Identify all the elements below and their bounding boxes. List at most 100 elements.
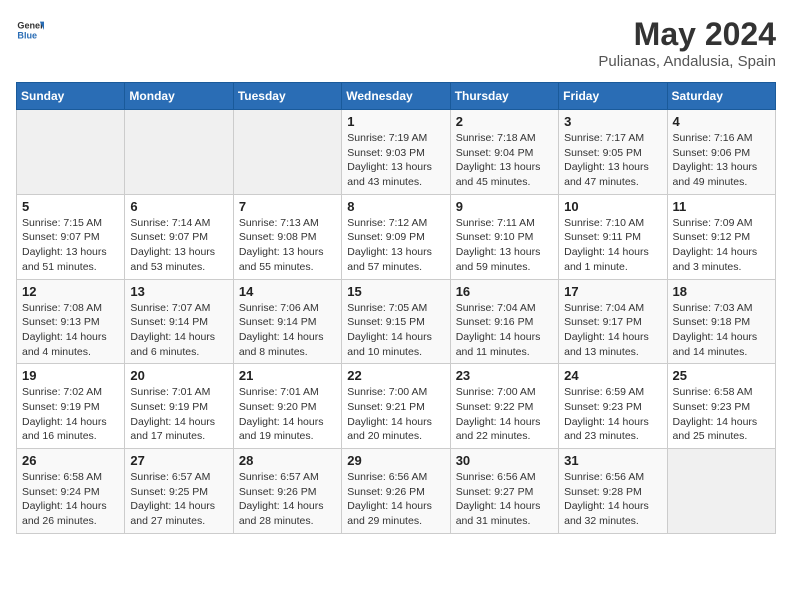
calendar-day-cell: 14Sunrise: 7:06 AM Sunset: 9:14 PM Dayli…	[233, 279, 341, 364]
calendar-day-cell: 25 Sunrise: 6:58 AM Sunset: 9:23 PM Dayli…	[667, 364, 775, 449]
svg-text:Blue: Blue	[17, 30, 37, 40]
day-number: 9	[456, 199, 553, 214]
day-of-week-header: Thursday	[450, 83, 558, 110]
day-number: 12	[22, 284, 119, 299]
day-number: 6	[130, 199, 227, 214]
day-number: 15	[347, 284, 444, 299]
day-number: 29	[347, 453, 444, 468]
calendar-day-cell: 19 Sunrise: 7:02 AM Sunset: 9:19 PM Dayli…	[17, 364, 125, 449]
day-info: Sunrise: 7:02 AM Sunset: 9:19 PM Dayligh…	[22, 385, 119, 444]
day-of-week-header: Sunday	[17, 83, 125, 110]
day-number: 11	[673, 199, 770, 214]
calendar-day-cell: 30 Sunrise: 6:56 AM Sunset: 9:27 PM Dayli…	[450, 449, 558, 534]
calendar-day-cell: 22 Sunrise: 7:00 AM Sunset: 9:21 PM Dayli…	[342, 364, 450, 449]
day-number: 8	[347, 199, 444, 214]
day-of-week-header: Friday	[559, 83, 667, 110]
day-number: 21	[239, 368, 336, 383]
calendar-day-cell: 11 Sunrise: 7:09 AM Sunset: 9:12 PM Dayli…	[667, 194, 775, 279]
day-of-week-header: Monday	[125, 83, 233, 110]
day-number: 31	[564, 453, 661, 468]
calendar-day-cell: 7 Sunrise: 7:13 AM Sunset: 9:08 PM Daylig…	[233, 194, 341, 279]
calendar-day-cell	[667, 449, 775, 534]
day-of-week-header: Wednesday	[342, 83, 450, 110]
calendar-week-row: 5 Sunrise: 7:15 AM Sunset: 9:07 PM Daylig…	[17, 194, 776, 279]
calendar-day-cell: 27 Sunrise: 6:57 AM Sunset: 9:25 PM Dayli…	[125, 449, 233, 534]
svg-text:General: General	[17, 21, 44, 31]
day-info: Sunrise: 7:12 AM Sunset: 9:09 PM Dayligh…	[347, 216, 444, 275]
day-info: Sunrise: 7:04 AM Sunset: 9:16 PM Dayligh…	[456, 301, 553, 360]
day-info: Sunrise: 7:00 AM Sunset: 9:22 PM Dayligh…	[456, 385, 553, 444]
day-number: 10	[564, 199, 661, 214]
day-info: Sunrise: 7:05 AM Sunset: 9:15 PM Dayligh…	[347, 301, 444, 360]
calendar-day-cell: 17Sunrise: 7:04 AM Sunset: 9:17 PM Dayli…	[559, 279, 667, 364]
day-number: 27	[130, 453, 227, 468]
day-number: 25	[673, 368, 770, 383]
day-number: 28	[239, 453, 336, 468]
day-number: 17	[564, 284, 661, 299]
logo: General Blue	[16, 16, 44, 44]
day-info: Sunrise: 7:18 AM Sunset: 9:04 PM Dayligh…	[456, 131, 553, 190]
day-number: 1	[347, 114, 444, 129]
day-info: Sunrise: 6:56 AM Sunset: 9:28 PM Dayligh…	[564, 470, 661, 529]
day-number: 30	[456, 453, 553, 468]
day-info: Sunrise: 6:57 AM Sunset: 9:26 PM Dayligh…	[239, 470, 336, 529]
calendar-day-cell	[233, 110, 341, 195]
day-number: 7	[239, 199, 336, 214]
calendar-day-cell: 10 Sunrise: 7:10 AM Sunset: 9:11 PM Dayli…	[559, 194, 667, 279]
calendar-day-cell: 9 Sunrise: 7:11 AM Sunset: 9:10 PM Daylig…	[450, 194, 558, 279]
calendar-day-cell: 8 Sunrise: 7:12 AM Sunset: 9:09 PM Daylig…	[342, 194, 450, 279]
calendar-day-cell: 5 Sunrise: 7:15 AM Sunset: 9:07 PM Daylig…	[17, 194, 125, 279]
day-number: 2	[456, 114, 553, 129]
day-info: Sunrise: 7:07 AM Sunset: 9:14 PM Dayligh…	[130, 301, 227, 360]
calendar-day-cell: 23 Sunrise: 7:00 AM Sunset: 9:22 PM Dayli…	[450, 364, 558, 449]
calendar-day-cell: 2 Sunrise: 7:18 AM Sunset: 9:04 PM Daylig…	[450, 110, 558, 195]
calendar-day-cell: 26 Sunrise: 6:58 AM Sunset: 9:24 PM Dayli…	[17, 449, 125, 534]
calendar-week-row: 19 Sunrise: 7:02 AM Sunset: 9:19 PM Dayli…	[17, 364, 776, 449]
day-info: Sunrise: 7:00 AM Sunset: 9:21 PM Dayligh…	[347, 385, 444, 444]
calendar-day-cell: 15 Sunrise: 7:05 AM Sunset: 9:15 PM Dayli…	[342, 279, 450, 364]
calendar-day-cell: 1 Sunrise: 7:19 AM Sunset: 9:03 PM Daylig…	[342, 110, 450, 195]
day-info: Sunrise: 6:58 AM Sunset: 9:24 PM Dayligh…	[22, 470, 119, 529]
day-number: 24	[564, 368, 661, 383]
month-year: May 2024	[598, 16, 776, 53]
location: Pulianas, Andalusia, Spain	[598, 53, 776, 70]
day-of-week-header: Saturday	[667, 83, 775, 110]
day-info: Sunrise: 6:58 AM Sunset: 9:23 PM Dayligh…	[673, 385, 770, 444]
day-number: 16	[456, 284, 553, 299]
day-number: 18	[673, 284, 770, 299]
day-info: Sunrise: 7:15 AM Sunset: 9:07 PM Dayligh…	[22, 216, 119, 275]
day-info: Sunrise: 6:57 AM Sunset: 9:25 PM Dayligh…	[130, 470, 227, 529]
calendar-week-row: 12 Sunrise: 7:08 AM Sunset: 9:13 PM Dayli…	[17, 279, 776, 364]
calendar-day-cell: 3Sunrise: 7:17 AM Sunset: 9:05 PM Daylig…	[559, 110, 667, 195]
day-info: Sunrise: 7:10 AM Sunset: 9:11 PM Dayligh…	[564, 216, 661, 275]
calendar-day-cell: 13 Sunrise: 7:07 AM Sunset: 9:14 PM Dayli…	[125, 279, 233, 364]
day-info: Sunrise: 7:17 AM Sunset: 9:05 PM Dayligh…	[564, 131, 661, 190]
logo-icon: General Blue	[16, 16, 44, 44]
calendar-day-cell	[125, 110, 233, 195]
day-number: 20	[130, 368, 227, 383]
calendar-week-row: 26 Sunrise: 6:58 AM Sunset: 9:24 PM Dayli…	[17, 449, 776, 534]
day-info: Sunrise: 7:09 AM Sunset: 9:12 PM Dayligh…	[673, 216, 770, 275]
day-number: 5	[22, 199, 119, 214]
day-number: 4	[673, 114, 770, 129]
calendar-day-cell: 18Sunrise: 7:03 AM Sunset: 9:18 PM Dayli…	[667, 279, 775, 364]
day-info: Sunrise: 7:13 AM Sunset: 9:08 PM Dayligh…	[239, 216, 336, 275]
day-info: Sunrise: 6:56 AM Sunset: 9:27 PM Dayligh…	[456, 470, 553, 529]
day-of-week-header: Tuesday	[233, 83, 341, 110]
calendar-table: SundayMondayTuesdayWednesdayThursdayFrid…	[16, 82, 776, 534]
calendar-day-cell: 29Sunrise: 6:56 AM Sunset: 9:26 PM Dayli…	[342, 449, 450, 534]
calendar-day-cell: 16 Sunrise: 7:04 AM Sunset: 9:16 PM Dayli…	[450, 279, 558, 364]
day-info: Sunrise: 7:01 AM Sunset: 9:20 PM Dayligh…	[239, 385, 336, 444]
calendar-day-cell: 31 Sunrise: 6:56 AM Sunset: 9:28 PM Dayli…	[559, 449, 667, 534]
day-info: Sunrise: 7:08 AM Sunset: 9:13 PM Dayligh…	[22, 301, 119, 360]
day-number: 13	[130, 284, 227, 299]
day-info: Sunrise: 7:19 AM Sunset: 9:03 PM Dayligh…	[347, 131, 444, 190]
day-info: Sunrise: 7:14 AM Sunset: 9:07 PM Dayligh…	[130, 216, 227, 275]
day-info: Sunrise: 7:11 AM Sunset: 9:10 PM Dayligh…	[456, 216, 553, 275]
day-number: 22	[347, 368, 444, 383]
day-number: 26	[22, 453, 119, 468]
day-info: Sunrise: 7:01 AM Sunset: 9:19 PM Dayligh…	[130, 385, 227, 444]
calendar-body: 1 Sunrise: 7:19 AM Sunset: 9:03 PM Daylig…	[17, 110, 776, 534]
day-number: 19	[22, 368, 119, 383]
day-number: 23	[456, 368, 553, 383]
